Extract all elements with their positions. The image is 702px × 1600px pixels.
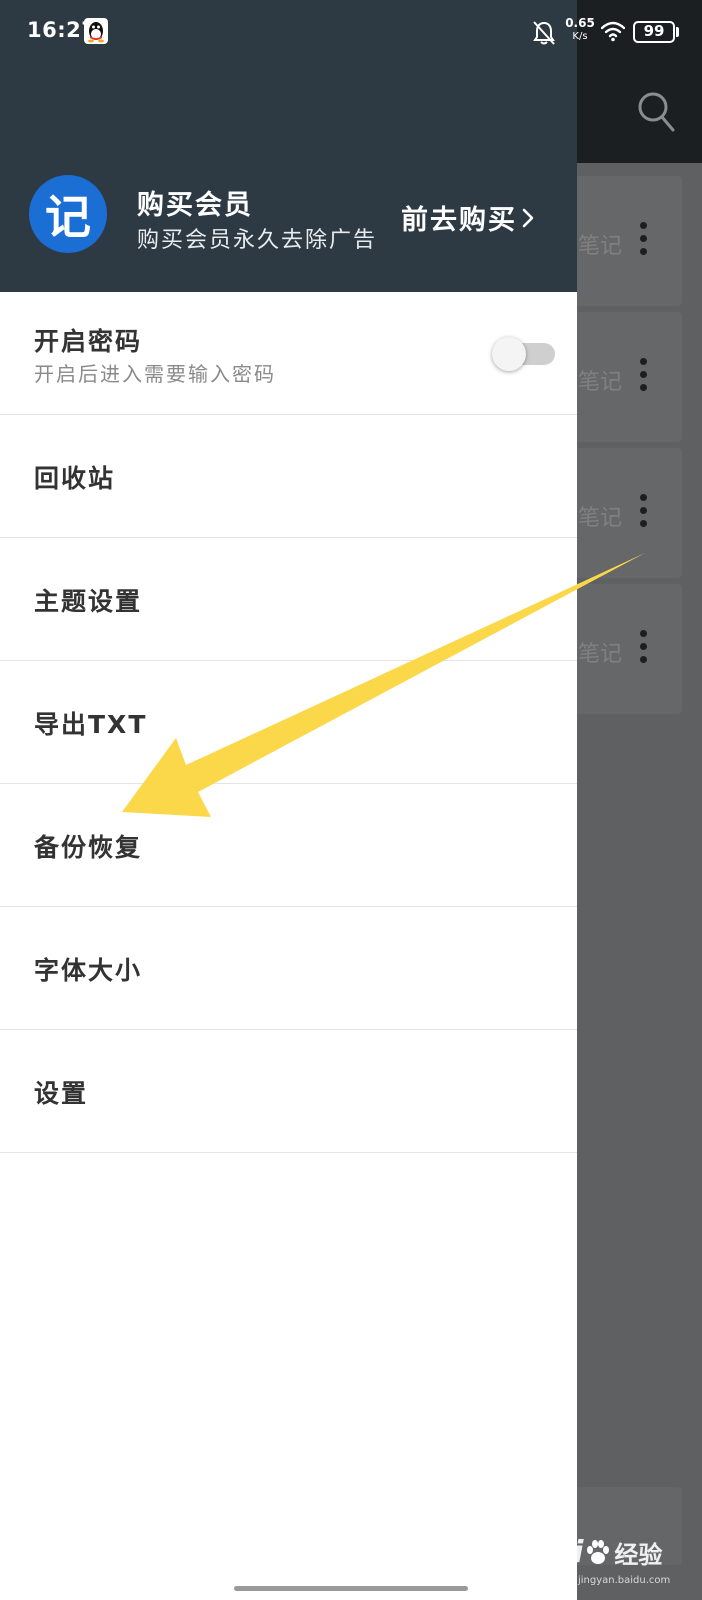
note-card[interactable]: 笔记 [560, 176, 682, 306]
vip-subtitle: 购买会员永久去除广告 [137, 228, 378, 253]
paw-icon [587, 1540, 610, 1564]
menu-item-label: 导出TXT [34, 710, 148, 739]
chevron-right-icon [522, 208, 534, 227]
note-card[interactable]: 笔记 [560, 448, 682, 578]
search-icon[interactable] [636, 90, 676, 134]
menu-item-font-size[interactable]: 字体大小 [0, 907, 577, 1030]
note-title: 笔记 [578, 642, 623, 667]
navigation-drawer: 记 购买会员 购买会员永久去除广告 前去购买 开启密码 开启后进入需要输入密码 … [0, 0, 577, 1600]
menu-item-export-txt[interactable]: 导出TXT [0, 661, 577, 784]
menu-item-label: 字体大小 [34, 956, 143, 985]
status-bar: 16:27 0.65 K/s 99 [0, 0, 702, 64]
more-vert-icon[interactable] [640, 222, 648, 258]
menu-item-label: 开启密码 [34, 327, 143, 356]
menu-item-sublabel: 开启后进入需要输入密码 [34, 362, 276, 386]
qq-icon [84, 18, 108, 44]
battery-icon: 99 [633, 21, 675, 43]
note-card[interactable]: 笔记 [560, 312, 682, 442]
home-indicator[interactable] [234, 1586, 468, 1591]
password-toggle[interactable] [492, 337, 555, 371]
note-title: 笔记 [578, 506, 623, 531]
menu-item-settings[interactable]: 设置 [0, 1030, 577, 1153]
more-vert-icon[interactable] [640, 630, 648, 666]
menu-item-label: 回收站 [34, 464, 116, 493]
buy-vip-button[interactable]: 前去购买 [401, 198, 537, 237]
menu-item-label: 备份恢复 [34, 833, 143, 862]
menu-item-theme[interactable]: 主题设置 [0, 538, 577, 661]
watermark-brand: Bai [532, 1535, 583, 1570]
bell-off-icon [533, 21, 555, 45]
more-vert-icon[interactable] [640, 358, 648, 394]
more-vert-icon[interactable] [640, 494, 648, 530]
menu-item-label: 主题设置 [34, 587, 143, 616]
baidu-watermark: Bai 经验 [532, 1535, 662, 1570]
battery-level: 99 [643, 22, 665, 40]
note-card[interactable]: 笔记 [560, 584, 682, 714]
watermark-text: 经验 [614, 1541, 663, 1569]
menu-item-label: 设置 [34, 1079, 89, 1108]
battery-tip [676, 27, 679, 37]
menu-item-backup-restore[interactable]: 备份恢复 [0, 784, 577, 907]
vip-title: 购买会员 [137, 190, 253, 221]
buy-vip-label: 前去购买 [401, 205, 517, 236]
app-logo: 记 [29, 175, 107, 253]
network-speed: 0.65 K/s [565, 16, 595, 43]
wifi-icon [601, 21, 625, 42]
toggle-thumb [492, 337, 526, 371]
watermark-url: jingyan.baidu.com [578, 1575, 671, 1586]
menu-item-recycle-bin[interactable]: 回收站 [0, 415, 577, 538]
note-title: 笔记 [578, 370, 623, 395]
menu-item-password[interactable]: 开启密码 开启后进入需要输入密码 [0, 292, 577, 415]
note-title: 笔记 [578, 234, 623, 259]
